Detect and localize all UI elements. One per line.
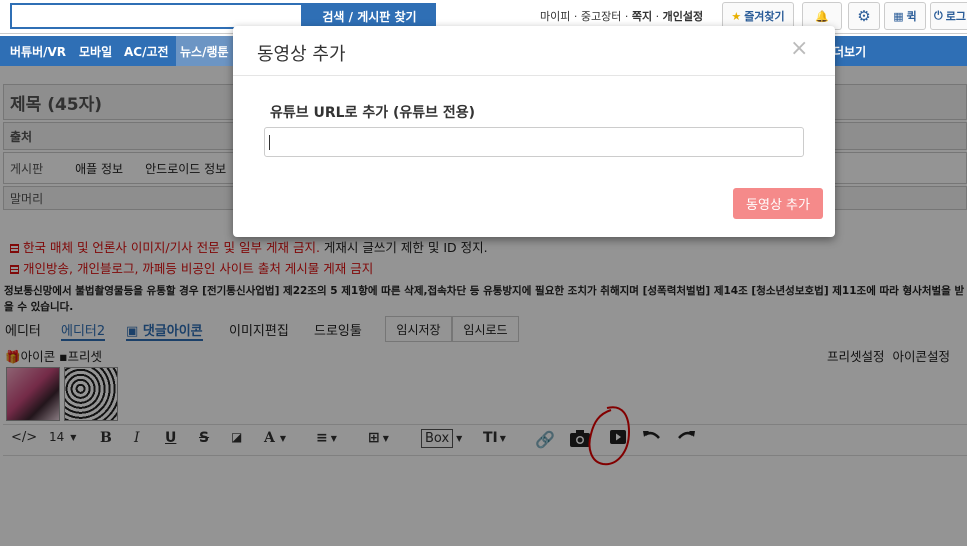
gear-icon: ⚙ — [857, 7, 871, 25]
power-icon: ⏻ — [934, 9, 943, 22]
mypi-link[interactable]: 마이피 — [540, 10, 570, 23]
grid-icon: ▦ — [893, 9, 904, 23]
add-video-button[interactable]: 동영상 추가 — [733, 188, 823, 219]
settings-link[interactable]: 개인설정 — [663, 10, 703, 23]
nav-item-news[interactable]: 뉴스/랭툰 — [176, 36, 233, 66]
quick-button[interactable]: ▦ 퀵 — [884, 2, 926, 30]
gear-button[interactable]: ⚙ — [848, 2, 880, 30]
top-links: 마이피 · 중고장터 · 쪽지 · 개인설정 — [540, 10, 704, 23]
nav-item-vtuber[interactable]: 버튜버/VR — [10, 43, 66, 60]
star-icon: ★ — [731, 9, 742, 23]
modal-title: 동영상 추가 — [257, 44, 346, 65]
messages-link[interactable]: 쪽지 — [632, 10, 652, 23]
bell-icon: 🔔 — [815, 9, 829, 23]
text-caret — [269, 135, 270, 150]
close-icon[interactable]: × — [790, 36, 808, 61]
youtube-url-input[interactable] — [264, 127, 804, 157]
market-link[interactable]: 중고장터 — [581, 10, 621, 23]
add-video-modal: 동영상 추가 × 유튜브 URL로 추가 (유튜브 전용) 동영상 추가 — [233, 26, 835, 237]
nav-item-more[interactable]: 더보기 — [833, 43, 866, 60]
modal-divider — [233, 75, 835, 76]
youtube-url-label: 유튜브 URL로 추가 (유튜브 전용) — [270, 105, 476, 121]
nav-item-arcade[interactable]: AC/고전 — [124, 43, 169, 60]
login-button[interactable]: ⏻ 로그 — [930, 2, 967, 30]
nav-item-mobile[interactable]: 모바일 — [79, 43, 112, 60]
